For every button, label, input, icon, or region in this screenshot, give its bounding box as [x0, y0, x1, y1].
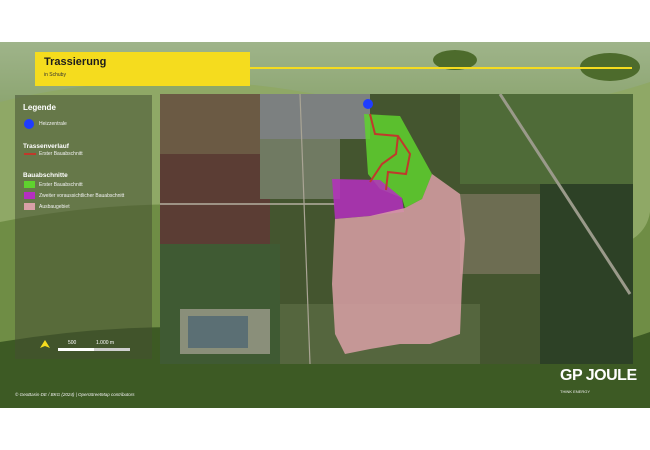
north-arrow-icon: [40, 340, 50, 348]
title-underline: [250, 67, 632, 69]
expansion-area-swatch-icon: [24, 203, 35, 210]
title-bar: Trassierung in Schuby: [35, 52, 250, 86]
company-logo: GP JOULE THINK ENERGY: [560, 367, 637, 403]
legend-phase-1-label: Erster Bauabschnitt: [39, 182, 83, 188]
scale-label-500: 500: [68, 340, 77, 346]
legend-phase-2-label: Zweiter voraussichtlicher Bauabschnitt: [39, 193, 125, 199]
scale-label-1000: 1.000 m: [96, 340, 115, 346]
logo-tagline: THINK ENERGY: [560, 389, 591, 394]
page-title: Trassierung: [44, 56, 107, 68]
legend-title: Legende: [23, 103, 56, 112]
map-legend: Legende Heizzentrale Trassenverlauf Erst…: [15, 95, 152, 359]
logo-wordmark: GP JOULE: [560, 367, 637, 384]
phase-1-swatch-icon: [24, 181, 35, 188]
slide: Trassierung in Schuby Legende Heizzentra…: [0, 42, 650, 408]
legend-expansion-label: Ausbaugebiet: [39, 204, 70, 210]
scale-bar: 500 1.000 m: [40, 340, 140, 354]
legend-phases-heading: Bauabschnitte: [23, 172, 68, 179]
heating-plant-marker[interactable]: [363, 99, 373, 109]
phase-2-swatch-icon: [24, 192, 35, 199]
heating-plant-icon: [24, 119, 34, 129]
legend-route-label: Erster Bauabschnitt: [39, 151, 83, 157]
legend-heating-label: Heizzentrale: [39, 121, 67, 127]
satellite-map[interactable]: [160, 94, 633, 364]
map-attribution: © GeoBasis-DE / BKG (2024) | OpenStreetM…: [15, 392, 135, 397]
route-line-icon: [24, 153, 36, 155]
scale-bar-line: [58, 348, 130, 351]
legend-route-heading: Trassenverlauf: [23, 143, 69, 150]
page-subtitle: in Schuby: [44, 72, 66, 78]
